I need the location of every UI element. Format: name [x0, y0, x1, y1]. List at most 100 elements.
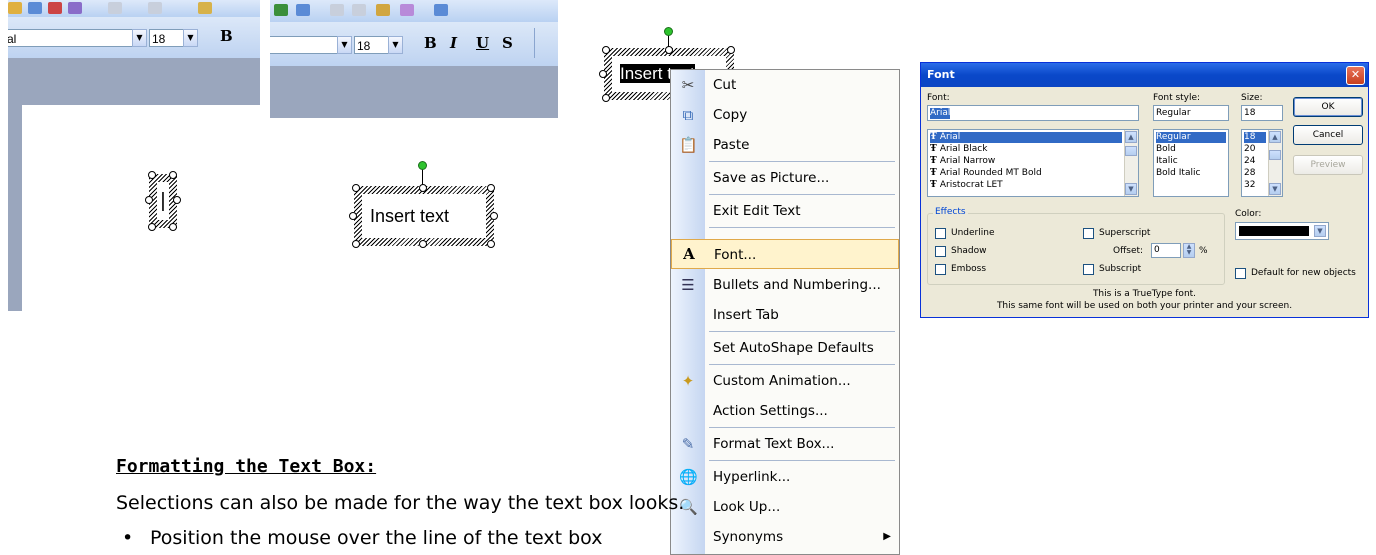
style-list-item[interactable]: Bold [1156, 144, 1176, 155]
font-list-item[interactable]: Ŧ Arial Black [930, 144, 987, 155]
menu-item-insert-tab[interactable]: Insert Tab [671, 300, 899, 330]
size-list-item[interactable]: 20 [1244, 144, 1255, 155]
font-list-item[interactable]: Ŧ Aristocrat LET [930, 180, 1003, 191]
menu-item-bullets-numbering[interactable]: ☰ Bullets and Numbering... [671, 270, 899, 300]
toolbar-icon[interactable] [68, 2, 82, 14]
underline-button[interactable]: U [476, 34, 489, 52]
close-icon[interactable]: ✕ [1346, 66, 1365, 85]
scroll-thumb[interactable] [1269, 150, 1281, 160]
resize-handle[interactable] [148, 223, 156, 231]
font-name-dropdown-icon[interactable]: ▼ [132, 29, 147, 47]
size-list-item[interactable]: 28 [1244, 168, 1255, 179]
font-style-list[interactable]: Regular Bold Italic Bold Italic [1153, 129, 1229, 197]
menu-item-cut[interactable]: ✂ Cut [671, 70, 899, 100]
textbox-insert-text[interactable]: Insert text [354, 186, 494, 246]
menu-item-exit-edit-text[interactable]: Exit Edit Text [671, 196, 899, 226]
font-name-dropdown-icon[interactable]: ▼ [337, 36, 352, 54]
ok-button[interactable]: OK [1293, 97, 1363, 117]
toolbar-icon[interactable] [274, 4, 288, 16]
font-list-item[interactable]: Ŧ Arial [930, 132, 1122, 143]
toolbar-icon[interactable] [48, 2, 62, 14]
font-size-dropdown-icon[interactable]: ▼ [183, 29, 198, 47]
menu-item-set-autoshape-defaults[interactable]: Set AutoShape Defaults [671, 333, 899, 363]
resize-handle[interactable] [490, 212, 498, 220]
shadow-checkbox[interactable] [935, 246, 946, 257]
toolbar-icon[interactable] [434, 4, 448, 16]
menu-item-look-up[interactable]: 🔍 Look Up... [671, 492, 899, 522]
resize-handle[interactable] [602, 46, 610, 54]
size-list-item[interactable]: 18 [1244, 132, 1266, 143]
toolbar-icon[interactable] [376, 4, 390, 16]
menu-item-format-text-box[interactable]: ✎ Format Text Box... [671, 429, 899, 459]
font-size-dropdown-icon[interactable]: ▼ [388, 36, 403, 54]
resize-handle[interactable] [419, 240, 427, 248]
superscript-checkbox[interactable] [1083, 228, 1094, 239]
scroll-down-icon[interactable]: ▼ [1125, 183, 1137, 195]
preview-button[interactable]: Preview [1293, 155, 1363, 175]
resize-handle[interactable] [602, 94, 610, 102]
toolbar-icon[interactable] [28, 2, 42, 14]
font-list[interactable]: Ŧ Arial Ŧ Arial Black Ŧ Arial Narrow Ŧ A… [927, 129, 1139, 197]
resize-handle[interactable] [665, 46, 673, 54]
color-dropdown[interactable]: ▼ [1235, 222, 1329, 240]
italic-button[interactable]: I [450, 34, 457, 52]
menu-item-action-settings[interactable]: Action Settings... [671, 396, 899, 426]
toolbar-icon[interactable] [148, 2, 162, 14]
scroll-thumb[interactable] [1125, 146, 1137, 156]
font-size-box[interactable]: 18 [149, 29, 185, 47]
toolbar-icon[interactable] [8, 2, 22, 14]
toolbar-icon[interactable] [400, 4, 414, 16]
offset-input[interactable]: 0 [1151, 243, 1181, 258]
shadow-button[interactable]: S [502, 34, 513, 52]
resize-handle[interactable] [148, 171, 156, 179]
menu-item-synonyms[interactable]: Synonyms ▶ [671, 522, 899, 552]
menu-item-custom-animation[interactable]: ✦ Custom Animation... [671, 366, 899, 396]
resize-handle[interactable] [169, 223, 177, 231]
toolbar-icon[interactable] [296, 4, 310, 16]
resize-handle[interactable] [173, 196, 181, 204]
font-list-scrollbar[interactable]: ▲ ▼ [1124, 130, 1138, 196]
underline-checkbox[interactable] [935, 228, 946, 239]
toolbar-icon[interactable] [198, 2, 212, 14]
style-list-item[interactable]: Italic [1156, 156, 1178, 167]
size-list[interactable]: 18 20 24 28 32 ▲ ▼ [1241, 129, 1283, 197]
size-list-item[interactable]: 32 [1244, 180, 1255, 191]
size-list-scrollbar[interactable]: ▲ ▼ [1268, 130, 1282, 196]
resize-handle[interactable] [727, 46, 735, 54]
offset-spinner-icon[interactable]: ▲ ▼ [1183, 243, 1195, 258]
resize-handle[interactable] [487, 240, 495, 248]
size-input[interactable]: 18 [1241, 105, 1283, 121]
menu-item-copy[interactable]: ⧉ Copy [671, 100, 899, 130]
resize-handle[interactable] [352, 240, 360, 248]
font-input[interactable]: Arial [927, 105, 1139, 121]
menu-item-hyperlink[interactable]: 🌐 Hyperlink... [671, 462, 899, 492]
scroll-up-icon[interactable]: ▲ [1125, 131, 1137, 143]
scroll-down-icon[interactable]: ▼ [1269, 183, 1281, 195]
toolbar-icon[interactable] [330, 4, 344, 16]
dropdown-arrow-icon[interactable]: ▼ [1314, 225, 1326, 237]
resize-handle[interactable] [169, 171, 177, 179]
resize-handle[interactable] [487, 184, 495, 192]
font-list-item[interactable]: Ŧ Arial Rounded MT Bold [930, 168, 1042, 179]
style-list-item[interactable]: Bold Italic [1156, 168, 1200, 179]
subscript-checkbox[interactable] [1083, 264, 1094, 275]
rotation-handle[interactable] [418, 161, 427, 170]
resize-handle[interactable] [145, 196, 153, 204]
bold-button[interactable]: B [424, 34, 437, 52]
bold-button[interactable]: B [220, 27, 233, 45]
scroll-up-icon[interactable]: ▲ [1269, 131, 1281, 143]
menu-item-font[interactable]: A Font... [671, 239, 899, 269]
size-list-item[interactable]: 24 [1244, 156, 1255, 167]
toolbar-icon[interactable] [108, 2, 122, 14]
font-name-box[interactable] [270, 36, 338, 54]
style-list-item[interactable]: Regular [1156, 132, 1226, 143]
resize-handle[interactable] [599, 70, 607, 78]
font-size-box[interactable]: 18 [354, 36, 390, 54]
emboss-checkbox[interactable] [935, 264, 946, 275]
cancel-button[interactable]: Cancel [1293, 125, 1363, 145]
menu-item-paste[interactable]: 📋 Paste [671, 130, 899, 160]
font-list-item[interactable]: Ŧ Arial Narrow [930, 156, 995, 167]
font-style-input[interactable]: Regular [1153, 105, 1229, 121]
default-checkbox[interactable] [1235, 268, 1246, 279]
toolbar-icon[interactable] [352, 4, 366, 16]
